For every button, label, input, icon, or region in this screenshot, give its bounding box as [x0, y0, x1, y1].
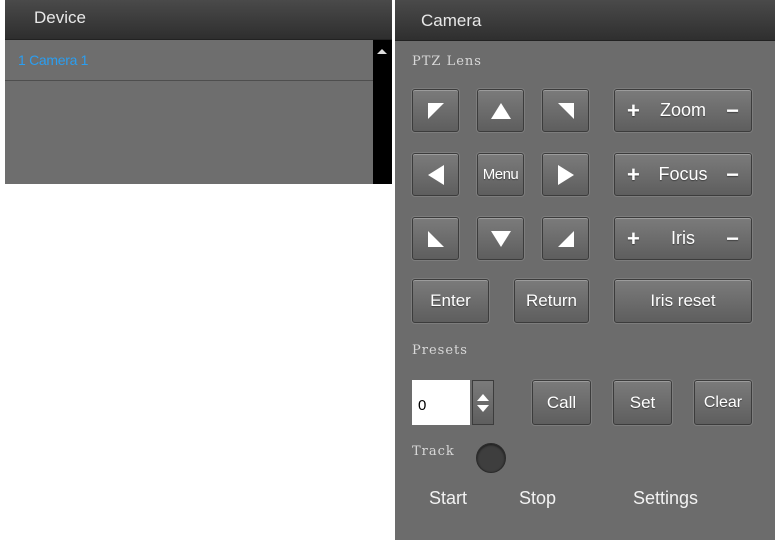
preset-set-button[interactable]: Set — [613, 380, 672, 425]
ptz-lens-label: PTZ Lens — [412, 54, 482, 69]
focus-near-button[interactable]: + — [627, 163, 640, 186]
iris-open-button[interactable]: + — [627, 227, 640, 250]
arrow-up-left-icon — [427, 102, 444, 119]
arrow-down-right-icon — [557, 230, 574, 247]
device-panel-header: Device — [5, 0, 392, 40]
ptz-up-button[interactable] — [477, 89, 524, 132]
arrow-up-right-icon — [557, 102, 574, 119]
focus-control[interactable]: + Focus − — [614, 153, 752, 196]
track-toggle[interactable] — [476, 443, 506, 473]
ptz-left-button[interactable] — [412, 153, 459, 196]
ptz-up-right-button[interactable] — [542, 89, 589, 132]
device-list-item-camera-1[interactable]: 1 Camera 1 — [5, 40, 373, 81]
scroll-up-arrow-icon[interactable] — [377, 49, 387, 54]
zoom-label: Zoom — [659, 100, 706, 120]
track-label: Track — [412, 444, 455, 459]
enter-button[interactable]: Enter — [412, 279, 489, 323]
preset-clear-button[interactable]: Clear — [694, 380, 752, 425]
return-button[interactable]: Return — [514, 279, 589, 323]
track-start-button[interactable]: Start — [429, 488, 467, 509]
ptz-down-right-button[interactable] — [542, 217, 589, 260]
device-panel-title: Device — [34, 8, 86, 27]
arrow-down-icon — [490, 230, 511, 247]
track-settings-button[interactable]: Settings — [633, 488, 698, 509]
ptz-down-button[interactable] — [477, 217, 524, 260]
iris-label: Iris — [671, 228, 695, 248]
preset-number-input[interactable] — [412, 380, 470, 425]
ptz-down-left-button[interactable] — [412, 217, 459, 260]
device-list-item-label: 1 Camera 1 — [18, 52, 89, 68]
zoom-out-button[interactable]: − — [726, 99, 739, 122]
iris-reset-button[interactable]: Iris reset — [614, 279, 752, 323]
device-panel: Device 1 Camera 1 — [5, 0, 392, 184]
iris-close-button[interactable]: − — [726, 227, 739, 250]
camera-panel: Camera PTZ Lens Menu + Zoom − + Focus − … — [395, 0, 775, 540]
camera-panel-title: Camera — [421, 11, 482, 30]
stepper-up-down-icon — [477, 394, 489, 412]
preset-call-button[interactable]: Call — [532, 380, 591, 425]
arrow-right-icon — [557, 164, 574, 185]
focus-far-button[interactable]: − — [726, 163, 739, 186]
arrow-up-icon — [490, 102, 511, 119]
presets-label: Presets — [412, 343, 468, 358]
device-list-scrollbar[interactable] — [373, 40, 392, 184]
iris-control[interactable]: + Iris − — [614, 217, 752, 260]
ptz-menu-button[interactable]: Menu — [477, 153, 524, 196]
arrow-left-icon — [427, 164, 444, 185]
track-stop-button[interactable]: Stop — [519, 488, 556, 509]
ptz-up-left-button[interactable] — [412, 89, 459, 132]
focus-label: Focus — [658, 164, 708, 184]
preset-stepper[interactable] — [472, 380, 494, 425]
ptz-right-button[interactable] — [542, 153, 589, 196]
zoom-control[interactable]: + Zoom − — [614, 89, 752, 132]
zoom-in-button[interactable]: + — [627, 99, 640, 122]
arrow-down-left-icon — [427, 230, 444, 247]
camera-panel-header: Camera — [395, 0, 775, 41]
